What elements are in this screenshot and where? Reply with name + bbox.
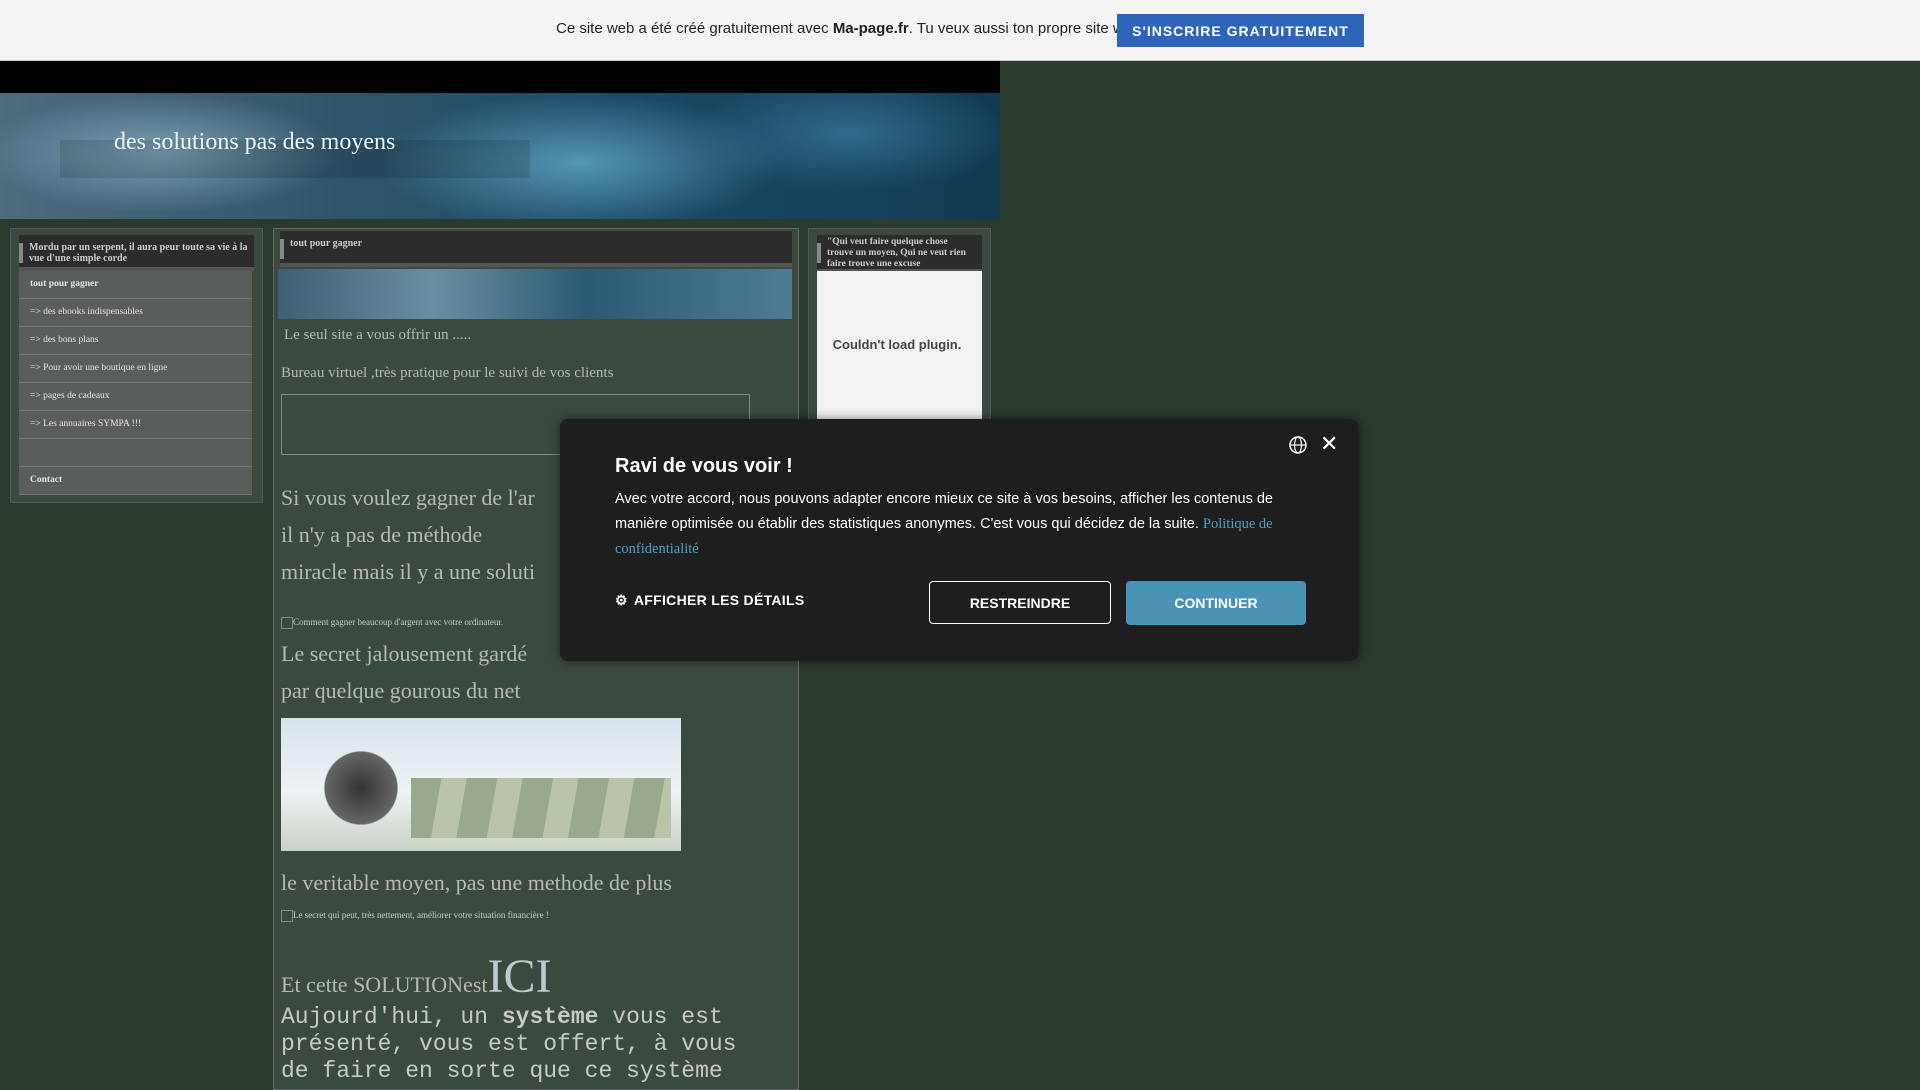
left-sidebar-heading: Mordu par un serpent, il aura peur toute… [19,235,254,271]
nav-item-bons-plans[interactable]: => des bons plans [19,327,252,355]
paragraph-2b: par quelque gourous du net [281,678,521,703]
heading-marker [817,243,821,263]
restrict-button[interactable]: RESTREINDRE [929,581,1111,624]
banknotes [411,778,671,838]
promo-text: Ce site web a été créé gratuitement avec… [556,20,1153,37]
nav-item-cadeaux[interactable]: => pages de cadeaux [19,383,252,411]
broken-image-icon [281,617,293,629]
nav-item-tout-pour-gagner[interactable]: tout pour gagner [19,271,252,299]
nav-item-boutique[interactable]: => Pour avoir une boutique en ligne [19,355,252,383]
plugin-error-text: Couldn't load plugin. [832,337,962,352]
paragraph-4: Et cette SOLUTIONestICI [281,949,551,1004]
nav-item-ebooks[interactable]: => des ebooks indispensables [19,299,252,327]
right-sidebar-heading: "Qui veut faire quelque chose trouve un … [817,235,982,273]
image-link-1[interactable]: Comment gagner beaucoup d'argent avec vo… [281,617,503,629]
continue-button[interactable]: CONTINUER [1126,581,1306,625]
cookie-consent-dialog: ✕ Ravi de vous voir ! Avec votre accord,… [560,419,1359,661]
intro-line: Le seul site a vous offrir un ..... [284,327,472,343]
language-globe-icon[interactable] [1288,435,1308,455]
cookie-title: Ravi de vous voir ! [615,455,793,477]
site-title: des solutions pas des moyens [114,129,396,155]
right-sidebar: "Qui veut faire quelque chose trouve un … [808,228,991,426]
mono-line-1-bold: système [501,1004,599,1030]
quote-text: "Qui veut faire quelque chose trouve un … [827,237,966,269]
bureau-line: Bureau virtuel ,très pratique pour le su… [281,365,614,381]
paragraph-2a: Le secret jalousement gardé [281,641,528,666]
paragraph-1b: il n'y a pas de méthode [281,522,483,547]
content-heading: tout pour gagner [280,231,792,267]
nav-menu: tout pour gagner => des ebooks indispens… [19,271,252,495]
close-icon[interactable]: ✕ [1320,431,1338,457]
mono-line-1c: vous est [598,1004,723,1030]
nav-item-empty [19,439,252,467]
broken-image-icon [281,910,293,922]
nav-item-contact[interactable]: Contact [19,467,252,495]
mono-line-2: présenté, vous est offert, à vous [281,1031,737,1057]
paragraph-1a: Si vous voulez gagner de l'ar [281,485,535,510]
promo-bar: Ce site web a été créé gratuitement avec… [0,0,1920,61]
cookie-body: Avec votre accord, nous pouvons adapter … [615,487,1315,562]
gear-icon: ⚙ [615,592,628,608]
content-heading-text: tout pour gagner [290,238,363,249]
cookie-body-text: Avec votre accord, nous pouvons adapter … [615,491,1273,532]
brand-name: Ma-page.fr [832,20,909,37]
paragraph-1c: miracle mais il y a une soluti [281,559,536,584]
header-banner: des solutions pas des moyens [0,93,1000,219]
mono-line-3: de faire en sorte que ce système [281,1058,723,1084]
show-details-button[interactable]: ⚙ AFFICHER LES DÉTAILS [615,592,805,609]
left-heading-text: Mordu par un serpent, il aura peur toute… [29,242,248,264]
show-details-label: AFFICHER LES DÉTAILS [633,592,805,608]
ici-link[interactable]: ICI [488,950,552,1003]
left-sidebar: Mordu par un serpent, il aura peur toute… [10,228,263,503]
solution-text: Et cette SOLUTIONest [281,972,488,997]
heading-marker [280,239,284,259]
mono-paragraph: Aujourd'hui, un système vous est présent… [281,1004,736,1085]
plugin-area: Couldn't load plugin. [817,271,982,421]
image-alt-text-2: Le secret qui peut, très nettement, amél… [293,910,549,921]
content-banner-image [278,269,792,319]
image-link-2[interactable]: Le secret qui peut, très nettement, amél… [281,910,549,922]
image-alt-text-1: Comment gagner beaucoup d'argent avec vo… [293,617,504,628]
signup-button[interactable]: S'inscrire gratuitement [1117,14,1364,47]
mono-line-1: Aujourd'hui, un système vous est [281,1004,736,1031]
header-strip [0,61,1000,93]
people-group [301,728,421,846]
promo-text-prefix: Ce site web a été créé gratuitement avec [556,20,833,37]
nav-item-annuaires[interactable]: => Les annuaires SYMPA !!! [19,411,252,439]
mono-line-1a: Aujourd'hui, un [281,1004,502,1030]
heading-marker [19,243,23,263]
money-team-image [281,718,681,851]
paragraph-3: le veritable moyen, pas une methode de p… [281,870,672,895]
